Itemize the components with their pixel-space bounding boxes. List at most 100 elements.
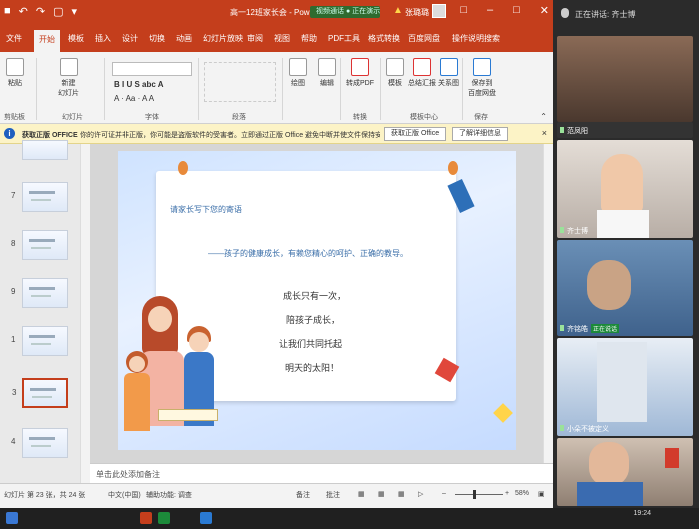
slide-thumbnail-active[interactable]: 3 — [12, 378, 68, 408]
language-indicator[interactable]: 中文(中国) — [108, 490, 141, 500]
tab-view[interactable]: 视图 — [274, 33, 290, 44]
speaking-indicator: 正在讲话: 齐士博 — [575, 10, 636, 19]
girl-illustration — [124, 351, 150, 431]
zoom-slider[interactable] — [455, 494, 503, 495]
tab-review[interactable]: 审阅 — [247, 33, 263, 44]
clipboard-icon — [6, 58, 24, 76]
tab-help[interactable]: 帮助 — [301, 33, 317, 44]
redo-icon[interactable]: ↷ — [36, 5, 45, 18]
participant-shirt — [597, 210, 649, 238]
thumbnail-scrollbar[interactable] — [80, 144, 90, 483]
tab-file[interactable]: 文件 — [6, 33, 22, 44]
relation-chart-button[interactable]: 关系图 — [438, 58, 459, 88]
font-size-buttons[interactable]: A · Aa · A A — [114, 94, 154, 103]
participant-video-tile[interactable]: 范凤阳 — [557, 122, 693, 138]
slide-thumbnail[interactable]: 4 — [11, 428, 68, 458]
tab-template[interactable]: 模板 — [68, 33, 84, 44]
slide-thumbnail[interactable]: 7 — [11, 182, 68, 212]
close-icon[interactable]: ✕ — [540, 4, 549, 17]
user-name[interactable]: 张璐璐 — [405, 7, 429, 18]
comments-toggle[interactable]: 批注 — [326, 490, 340, 500]
avatar[interactable] — [432, 4, 446, 18]
slide-counter: 幻灯片 第 23 张，共 24 张 — [4, 492, 86, 499]
slide-thumbnail[interactable] — [22, 140, 68, 160]
start-icon[interactable] — [6, 512, 18, 524]
poem-line[interactable]: 成长只有一次， — [283, 289, 346, 302]
font-format-buttons[interactable]: B I U S abc A — [114, 80, 164, 89]
slide-canvas: 请家长写下您的寄语 ——孩子的健康成长，有赖您精心的呵护、正确的教导。 成长只有… — [90, 144, 543, 463]
template-button[interactable]: 模板 — [386, 58, 404, 88]
learn-more-button[interactable]: 了解详细信息 — [452, 127, 508, 141]
maximize-icon[interactable]: □ — [513, 4, 520, 17]
paste-button[interactable]: 粘贴 — [6, 58, 24, 88]
poem-line[interactable]: 让我们共同托起 — [279, 337, 342, 350]
new-slide-button[interactable]: 新建 幻灯片 — [58, 58, 79, 98]
save-to-baidu-button[interactable]: 保存到 百度网盘 — [468, 58, 496, 98]
summary-report-button[interactable]: 总结汇报 — [408, 58, 436, 88]
participant-face — [589, 442, 629, 486]
slide-thumbnail[interactable]: 1 — [11, 326, 68, 356]
ribbon-display-icon[interactable]: □ — [460, 4, 467, 17]
fit-slide-icon[interactable]: ▣ — [538, 490, 545, 498]
customize-icon[interactable]: ▾ — [72, 5, 78, 18]
slide-thumbnail[interactable]: 9 — [11, 278, 68, 308]
meeting-taskbar-icon[interactable] — [158, 512, 170, 524]
poem-line[interactable]: 陪孩子成长， — [286, 313, 340, 326]
sorter-view-icon[interactable]: ▦ — [378, 490, 385, 498]
participant-video-tile[interactable] — [557, 36, 693, 122]
tab-design[interactable]: 设计 — [122, 33, 138, 44]
powerpoint-window: ■ ↶ ↷ ▢ ▾ 高一12班家长会 - PowerPoint 视频通话 ● 正… — [0, 0, 553, 508]
poem-line[interactable]: 明天的太阳！ — [285, 361, 339, 374]
notes-pane[interactable]: 单击此处添加备注 — [90, 463, 553, 483]
zoom-out-icon[interactable]: – — [442, 490, 446, 497]
mic-icon — [560, 127, 564, 133]
slide-scrollbar[interactable] — [543, 144, 553, 463]
participant-name: 小朵不被定义 — [567, 426, 609, 433]
notes-toggle[interactable]: 备注 — [296, 490, 310, 500]
convert-to-pdf-button[interactable]: 转成PDF — [346, 58, 374, 88]
slideshow-view-icon[interactable]: ▷ — [418, 490, 423, 498]
get-genuine-office-button[interactable]: 获取正版 Office — [384, 127, 447, 141]
paragraph-controls[interactable] — [204, 62, 276, 102]
minimize-icon[interactable]: – — [487, 4, 493, 17]
divider — [104, 58, 105, 120]
video-conference-panel: 正在讲话: 齐士博 范凤阳 齐士博 齐铭皓 正在说话 小朵不被定义 — [553, 0, 699, 508]
tab-home[interactable]: 开始 — [34, 30, 60, 52]
tell-me-search[interactable]: 操作说明搜索 — [452, 33, 500, 44]
zoom-in-icon[interactable]: + — [505, 490, 509, 497]
slide-thumbnail[interactable]: 8 — [11, 230, 68, 260]
slide-heading[interactable]: 请家长写下您的寄语 — [170, 204, 242, 215]
slide-thumbnail-pane: 7 8 9 1 3 4 — [0, 140, 80, 483]
present-icon[interactable]: ▢ — [53, 5, 63, 18]
tab-insert[interactable]: 插入 — [95, 33, 111, 44]
accessibility-status[interactable]: 辅助功能: 调查 — [146, 490, 192, 500]
participant-video-tile[interactable]: 齐士博 — [557, 140, 693, 238]
app-taskbar-icon[interactable] — [200, 512, 212, 524]
draw-button[interactable]: 绘图 — [289, 58, 307, 88]
tab-transitions[interactable]: 切换 — [149, 33, 165, 44]
save-icon[interactable]: ■ — [4, 5, 11, 18]
edit-button[interactable]: 编辑 — [318, 58, 336, 88]
collapse-ribbon-icon[interactable]: ⌃ — [540, 112, 547, 121]
powerpoint-taskbar-icon[interactable] — [140, 512, 152, 524]
tab-slideshow[interactable]: 幻灯片放映 — [203, 33, 243, 44]
tab-baidu-disk[interactable]: 百度网盘 — [408, 33, 440, 44]
tab-animations[interactable]: 动画 — [176, 33, 192, 44]
zoom-level[interactable]: 58% — [515, 490, 529, 497]
close-notice-icon[interactable]: × — [542, 128, 547, 138]
reading-view-icon[interactable]: ▦ — [398, 490, 405, 498]
normal-view-icon[interactable]: ▦ — [358, 490, 365, 498]
new-slide-icon — [59, 58, 78, 76]
zoom-slider-thumb[interactable] — [473, 490, 476, 499]
license-notice-bar: i 获取正版 OFFICE 你的许可证并非正版，你可能是盗版软件的受害者。立即通… — [0, 124, 553, 144]
participant-video-tile[interactable]: 小朵不被定义 — [557, 338, 693, 436]
participant-video-tile[interactable]: 齐铭皓 正在说话 — [557, 240, 693, 336]
window-controls: □ – □ ✕ — [460, 4, 549, 17]
font-name-select[interactable] — [112, 62, 192, 76]
tab-format-convert[interactable]: 格式转换 — [368, 33, 400, 44]
tab-pdf-tools[interactable]: PDF工具 — [328, 33, 360, 44]
undo-icon[interactable]: ↶ — [19, 5, 28, 18]
participant-video-tile[interactable] — [557, 438, 693, 506]
slide-subheading[interactable]: ——孩子的健康成长，有赖您精心的呵护、正确的教导。 — [208, 248, 408, 259]
notice-label: 获取正版 OFFICE — [22, 132, 78, 139]
